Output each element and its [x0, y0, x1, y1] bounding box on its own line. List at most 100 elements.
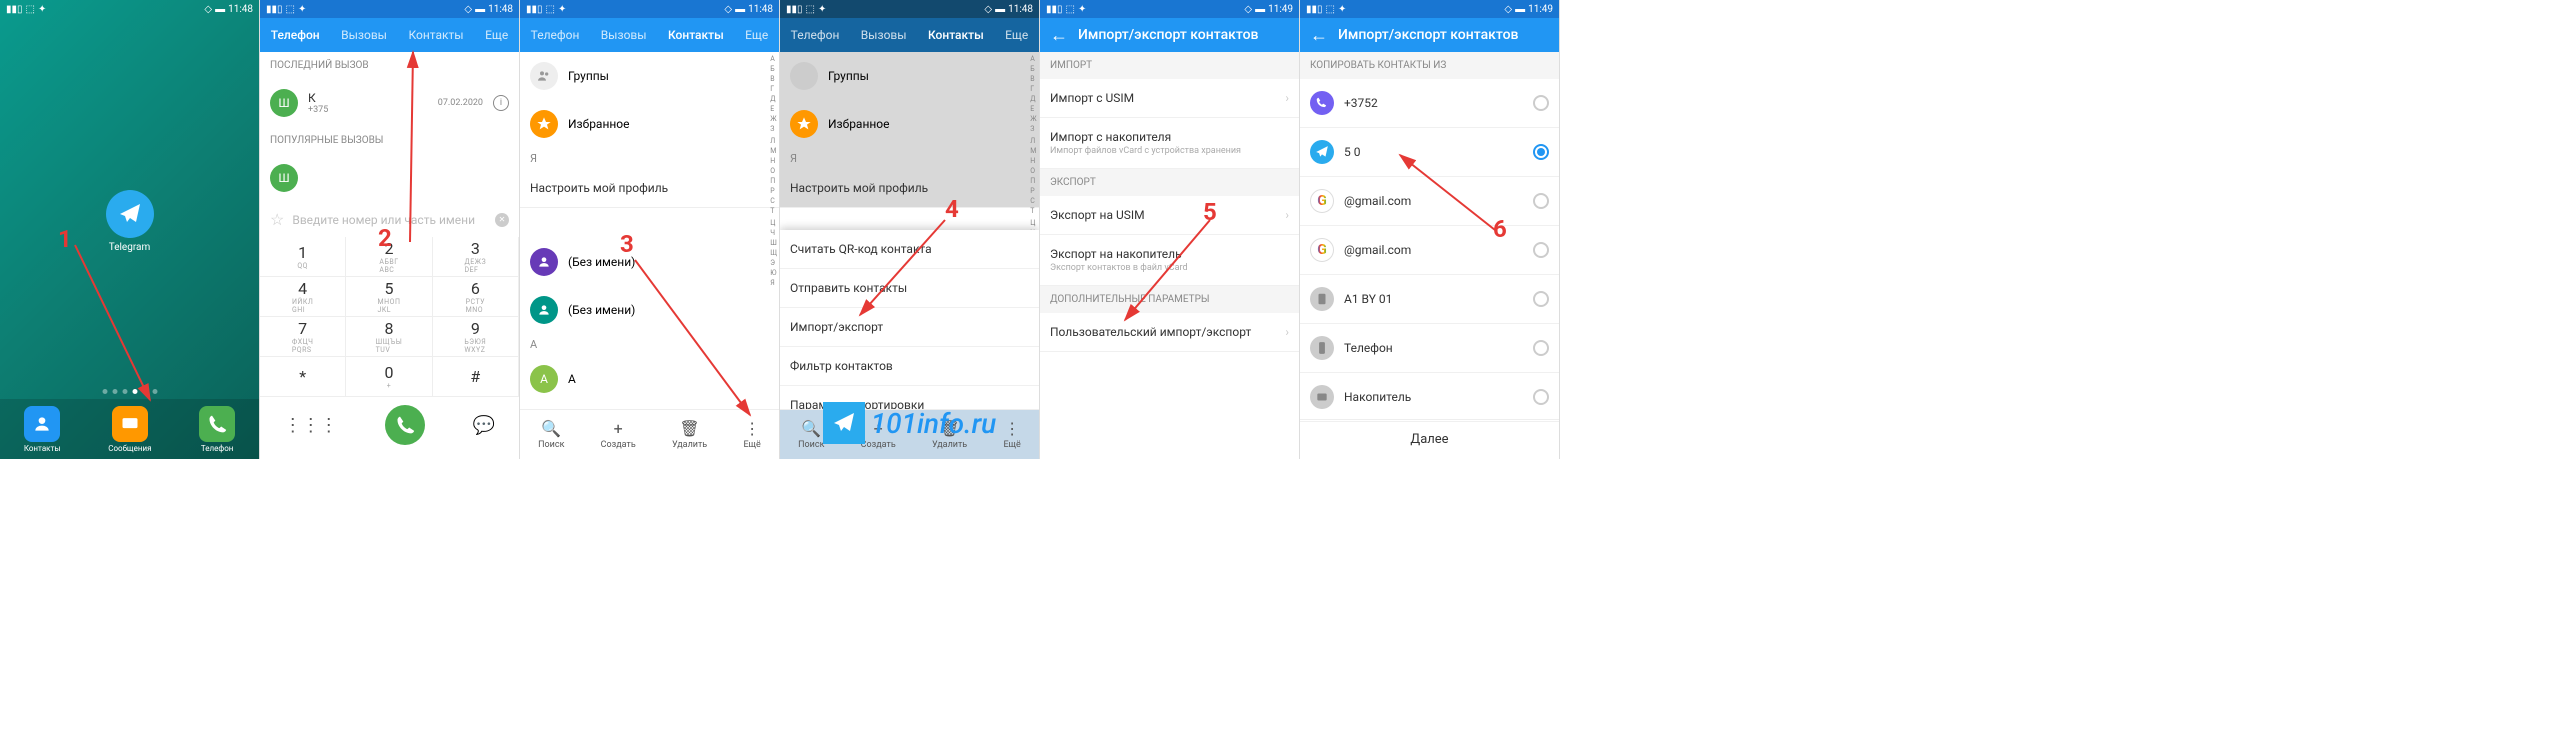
source-row[interactable]: 5 0 — [1300, 128, 1559, 177]
tab-bar: Телефон Вызовы Контакты Еще — [780, 18, 1039, 52]
dial-key-4[interactable]: 4ИЙКЛGHI — [260, 277, 346, 317]
dial-key-9[interactable]: 9ЬЭЮЯWXYZ — [433, 317, 519, 357]
contact-row[interactable]: (Без имени) — [520, 286, 779, 334]
dial-key-5[interactable]: 5МНОПJKL — [346, 277, 432, 317]
popular-header: ПОПУЛЯРНЫЕ ВЫЗОВЫ — [260, 127, 519, 154]
tab-contacts[interactable]: Контакты — [408, 28, 463, 42]
favorites-row[interactable]: Избранное — [520, 100, 779, 148]
tab-phone[interactable]: Телефон — [271, 28, 320, 42]
radio[interactable] — [1533, 144, 1549, 160]
dial-key-3[interactable]: 3ДЕЖЗDEF — [433, 237, 519, 277]
contact-row[interactable]: A A — [520, 355, 779, 403]
dialpad-icon[interactable]: ⋮⋮⋮ — [284, 415, 338, 436]
tab-more[interactable]: Еще — [1005, 28, 1028, 42]
tab-more[interactable]: Еще — [745, 28, 768, 42]
status-bar: ▮▮▯ ⬚ ✦ ◇ ▬ 11:48 — [0, 0, 259, 18]
source-row[interactable]: +3752 — [1300, 79, 1559, 128]
export-storage[interactable]: Экспорт на накопительЭкспорт контактов в… — [1040, 235, 1299, 286]
radio[interactable] — [1533, 389, 1549, 405]
star-icon — [790, 110, 818, 138]
dock: Контакты Сообщения Телефон — [0, 399, 259, 459]
radio[interactable] — [1533, 340, 1549, 356]
bt-icon: ✦ — [38, 4, 46, 15]
last-call-header: ПОСЛЕДНИЙ ВЫЗОВ — [260, 52, 519, 79]
page-title: Импорт/экспорт контактов — [1078, 27, 1258, 43]
context-menu: Считать QR-код контакта Отправить контак… — [780, 230, 1039, 425]
annotation-3: 3 — [620, 230, 634, 258]
source-row[interactable]: G@gmail.com — [1300, 177, 1559, 226]
delete-action[interactable]: 🗑Удалить — [672, 419, 707, 450]
dial-key-0[interactable]: 0+ — [346, 357, 432, 397]
export-usim[interactable]: Экспорт на USIM› — [1040, 196, 1299, 235]
tab-calls[interactable]: Вызовы — [341, 28, 387, 42]
clear-icon[interactable]: ✕ — [495, 213, 509, 227]
info-icon[interactable]: i — [493, 95, 509, 111]
dial-key-1[interactable]: 1QQ — [260, 237, 346, 277]
call-button[interactable] — [385, 405, 425, 445]
source-row[interactable]: Накопитель — [1300, 373, 1559, 422]
source-row[interactable]: G@gmail.com — [1300, 226, 1559, 275]
tab-calls[interactable]: Вызовы — [601, 28, 647, 42]
telegram-icon — [1310, 140, 1334, 164]
dock-messages[interactable]: Сообщения — [108, 406, 151, 453]
contact-row[interactable]: (Без имени) — [520, 238, 779, 286]
dial-key-6[interactable]: 6РСТУMNO — [433, 277, 519, 317]
dial-key-7[interactable]: 7ФХЦЧPQRS — [260, 317, 346, 357]
watermark: 101info.ru — [780, 402, 1039, 444]
menu-qr[interactable]: Считать QR-код контакта — [780, 230, 1039, 269]
back-icon[interactable]: ← — [1050, 25, 1068, 46]
radio[interactable] — [1533, 291, 1549, 307]
tab-phone[interactable]: Телефон — [531, 28, 580, 42]
more-action[interactable]: ⋮Ещё — [743, 419, 760, 450]
call-row[interactable]: Ш — [260, 154, 519, 202]
dial-key-#[interactable]: # — [433, 357, 519, 397]
app-label: Telegram — [106, 242, 154, 253]
tab-calls[interactable]: Вызовы — [861, 28, 907, 42]
tab-contacts[interactable]: Контакты — [668, 28, 724, 42]
dialpad: 1QQ2АБВГABC3ДЕЖЗDEF4ИЙКЛGHI5МНОПJKL6РСТУ… — [260, 237, 519, 397]
signal-icon: ▮▮▯ — [6, 4, 23, 15]
avatar: A — [530, 365, 558, 393]
groups-row[interactable]: Группы — [780, 52, 1039, 100]
source-row[interactable]: A1 BY 01 — [1300, 275, 1559, 324]
import-usim[interactable]: Импорт с USIM› — [1040, 79, 1299, 118]
data-icon: ⬚ — [26, 4, 35, 15]
dial-key-8[interactable]: 8ШЩЪЫTUV — [346, 317, 432, 357]
next-button[interactable]: Далее — [1300, 419, 1559, 459]
radio[interactable] — [1533, 95, 1549, 111]
groups-row[interactable]: Группы — [520, 52, 779, 100]
viber-icon — [1310, 91, 1334, 115]
header-bar: ← Импорт/экспорт контактов — [1040, 18, 1299, 52]
tab-contacts[interactable]: Контакты — [928, 28, 984, 42]
create-action[interactable]: +Создать — [601, 419, 636, 450]
tab-more[interactable]: Еще — [485, 28, 508, 42]
menu-import[interactable]: Импорт/экспорт — [780, 308, 1039, 347]
dock-contacts[interactable]: Контакты — [24, 406, 61, 453]
profile-setup[interactable]: Настроить мой профиль — [520, 169, 779, 208]
radio[interactable] — [1533, 242, 1549, 258]
menu-filter[interactable]: Фильтр контактов — [780, 347, 1039, 386]
tab-phone[interactable]: Телефон — [791, 28, 840, 42]
alpha-index[interactable]: АБВГДЕЖЗЛМНОПРСТЦЧШЩЭЮЯ — [770, 55, 777, 287]
star-icon — [530, 110, 558, 138]
clock: 11:48 — [228, 4, 253, 15]
custom-import[interactable]: Пользовательский импорт/экспорт› — [1040, 313, 1299, 352]
source-row[interactable]: Телефон — [1300, 324, 1559, 373]
profile-setup[interactable]: Настроить мой профиль — [780, 169, 1039, 208]
dock-phone[interactable]: Телефон — [199, 406, 235, 453]
import-storage[interactable]: Импорт с накопителяИмпорт файлов vCard с… — [1040, 118, 1299, 169]
contacts-menu-panel: ▮▮▯⬚✦ ◇▬11:48 Телефон Вызовы Контакты Ещ… — [780, 0, 1040, 459]
sms-icon[interactable]: 💬 — [473, 415, 495, 436]
favorites-row[interactable]: Избранное — [780, 100, 1039, 148]
annotation-2: 2 — [378, 224, 392, 252]
star-icon[interactable]: ☆ — [270, 210, 284, 229]
telegram-app-icon[interactable]: Telegram — [106, 190, 154, 253]
letter-divider: A — [520, 334, 779, 355]
call-row[interactable]: Ш К+375 07.02.2020 i — [260, 79, 519, 127]
page-title: Импорт/экспорт контактов — [1338, 27, 1518, 43]
menu-send[interactable]: Отправить контакты — [780, 269, 1039, 308]
radio[interactable] — [1533, 193, 1549, 209]
search-action[interactable]: 🔍Поиск — [538, 419, 564, 450]
back-icon[interactable]: ← — [1310, 25, 1328, 46]
dial-key-*[interactable]: * — [260, 357, 346, 397]
